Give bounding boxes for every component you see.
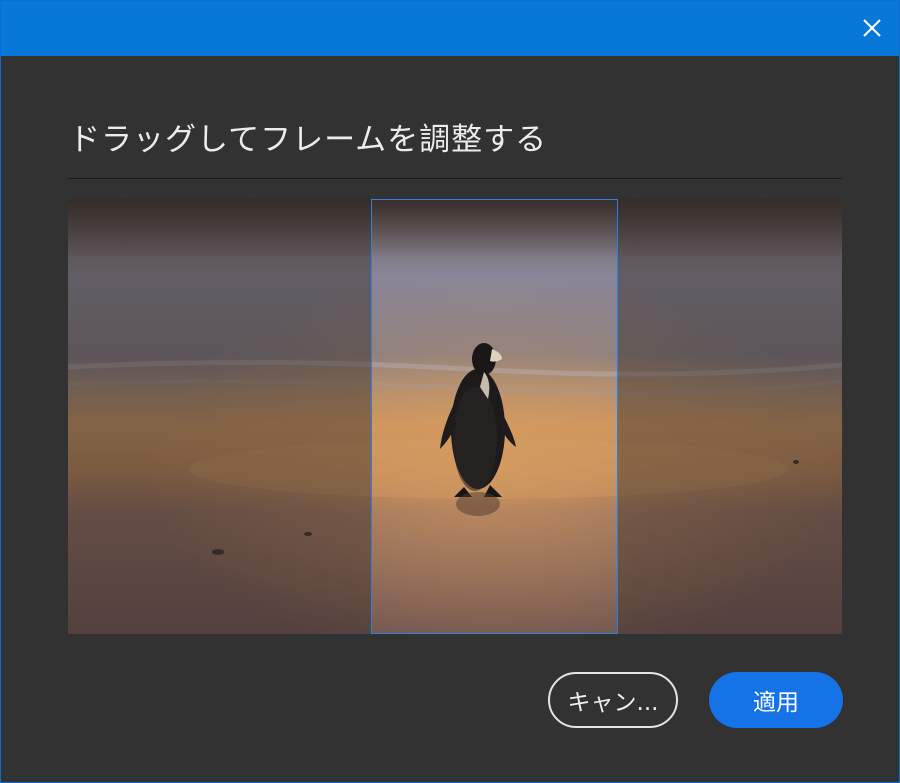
crop-shade-left [68,199,371,634]
image-preview [68,199,842,634]
crop-frame[interactable] [371,199,618,634]
close-icon [863,19,881,37]
title-divider [68,178,842,179]
cancel-button[interactable]: キャン... [548,672,678,728]
title-bar [1,1,899,56]
dialog-window: ドラッグしてフレームを調整する キャン... 適用 [0,0,900,783]
close-button[interactable] [853,9,891,47]
dialog-title: ドラッグしてフレームを調整する [69,122,548,158]
crop-shade-right [618,199,842,634]
apply-button[interactable]: 適用 [709,672,843,728]
